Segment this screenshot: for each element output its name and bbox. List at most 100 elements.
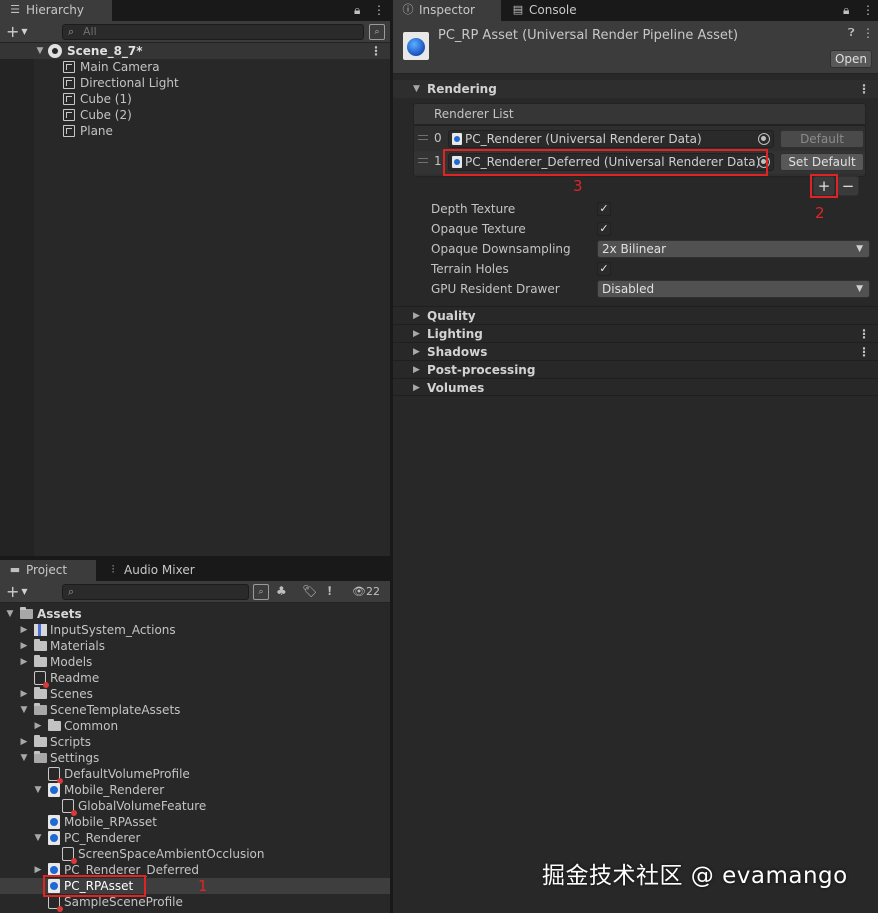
open-button[interactable]: Open [830, 50, 872, 68]
section-quality[interactable]: ▶ Quality [393, 306, 878, 324]
tab-inspector[interactable]: ⓘ Inspector [393, 0, 501, 21]
expand-arrow-icon[interactable]: ▼ [18, 750, 30, 766]
unity-scene-icon [48, 44, 62, 58]
expand-arrow-icon[interactable]: ▼ [34, 43, 46, 59]
tree-item-pc-renderer[interactable]: ▼ PC_Renderer [0, 830, 390, 846]
tree-item-defaultvolumeprofile[interactable]: DefaultVolumeProfile [0, 766, 390, 784]
section-post-processing[interactable]: ▶ Post-processing [393, 360, 878, 378]
tree-item-scenes[interactable]: ▶ Scenes [0, 686, 390, 702]
renderer-data-icon [452, 133, 462, 145]
folder-icon [34, 687, 47, 699]
renderer-list-item: 0 PC_Renderer (Universal Renderer Data) … [414, 128, 865, 151]
asset-title: PC_RP Asset (Universal Render Pipeline A… [438, 28, 739, 43]
tree-item-assets[interactable]: ▼ Assets [0, 606, 390, 622]
annotation-box-2 [810, 174, 838, 198]
expand-arrow-icon[interactable]: ▼ [4, 606, 16, 622]
gameobject-icon [63, 125, 75, 137]
tree-item-readme[interactable]: Readme [0, 670, 390, 688]
hierarchy-item[interactable]: Directional Light [0, 75, 390, 91]
set-default-button[interactable]: Set Default [780, 153, 864, 171]
hierarchy-item[interactable]: Cube (2) [0, 107, 390, 123]
folder-icon [34, 655, 47, 667]
settings-icon[interactable]: ⋮ [862, 25, 874, 41]
log-filter-icon[interactable]: ❗︎ [328, 581, 331, 602]
section-volumes[interactable]: ▶ Volumes [393, 378, 878, 396]
tree-item-inputsystem-actions[interactable]: ▶ InputSystem_Actions [0, 622, 390, 638]
search-icon: ⌕ [68, 585, 75, 598]
render-asset-icon [48, 815, 60, 829]
tree-item-mobile-rpasset[interactable]: Mobile_RPAsset [0, 814, 390, 830]
tree-item-models[interactable]: ▶ Models [0, 654, 390, 670]
tree-item-settings[interactable]: ▼ Settings [0, 750, 390, 766]
section-rendering[interactable]: ▼ Rendering ⋮ [393, 80, 878, 98]
annotation-box-3 [443, 149, 768, 176]
scene-kebab-icon[interactable]: ⋮ [370, 43, 382, 59]
hierarchy-search-input[interactable]: ⌕ All [62, 24, 364, 40]
section-shadows[interactable]: ▶ Shadows ⋮ [393, 342, 878, 360]
tree-item-common[interactable]: ▶ Common [0, 718, 390, 734]
collapse-arrow-icon[interactable]: ▶ [18, 638, 30, 654]
section-kebab-icon[interactable]: ⋮ [858, 80, 870, 98]
opaque-texture-checkbox[interactable]: ✓ [597, 222, 611, 236]
collapse-arrow-icon[interactable]: ▶ [18, 622, 30, 638]
remove-renderer-button[interactable]: − [837, 176, 859, 196]
create-dropdown-button[interactable]: + ▼ [6, 22, 28, 42]
search-icon: ⌕ [68, 25, 75, 38]
collapse-arrow-icon[interactable]: ▶ [32, 718, 44, 734]
hidden-packages-icon[interactable]: 👁︎22 [352, 581, 380, 602]
kebab-menu-icon[interactable]: ⋮ [373, 0, 385, 21]
kebab-menu-icon[interactable]: ⋮ [862, 0, 874, 21]
create-dropdown-button[interactable]: + ▼ [6, 582, 28, 602]
folder-icon [34, 639, 47, 651]
hierarchy-item[interactable]: Cube (1) [0, 91, 390, 107]
renderer-object-field[interactable]: PC_Renderer (Universal Renderer Data) [448, 130, 774, 148]
hierarchy-panel: ☰ Hierarchy 🔒︎ ⋮ + ▼ ⌕ All ⌕ ▼ Scene_8_7*… [0, 0, 390, 556]
drag-handle-icon[interactable] [418, 135, 428, 140]
tree-item-materials[interactable]: ▶ Materials [0, 638, 390, 654]
hierarchy-item[interactable]: Plane [0, 123, 390, 139]
section-kebab-icon[interactable]: ⋮ [858, 343, 870, 361]
render-asset-icon [48, 783, 60, 797]
tree-item-scripts[interactable]: ▶ Scripts [0, 734, 390, 750]
tab-audio-mixer[interactable]: ⫶ Audio Mixer [98, 560, 208, 581]
annotation-label-3: 3 [573, 177, 583, 195]
collapse-arrow-icon[interactable]: ▶ [18, 734, 30, 750]
filter-by-type-icon[interactable]: ♣ [276, 581, 287, 602]
prop-opaque-downsampling: Opaque Downsampling 2x Bilinear ▼ [393, 239, 878, 259]
terrain-holes-checkbox[interactable]: ✓ [597, 262, 611, 276]
scene-row[interactable]: ▼ Scene_8_7* ⋮ [0, 43, 390, 59]
filter-by-label-icon[interactable]: 🏷︎ [302, 581, 317, 602]
tree-item-screenspaceambientocclusion[interactable]: ScreenSpaceAmbientOcclusion [0, 846, 390, 864]
depth-texture-checkbox[interactable]: ✓ [597, 202, 611, 216]
prop-opaque-texture: Opaque Texture ✓ [393, 219, 878, 239]
expand-arrow-icon[interactable]: ▼ [32, 830, 44, 846]
lock-icon[interactable]: 🔒︎ [354, 0, 360, 21]
expand-arrow-icon[interactable]: ▼ [32, 782, 44, 798]
collapse-arrow-icon[interactable]: ▶ [18, 654, 30, 670]
tree-item-mobile-renderer[interactable]: ▼ Mobile_Renderer [0, 782, 390, 798]
object-picker-icon[interactable] [758, 133, 770, 145]
expand-arrow-icon[interactable]: ▼ [18, 702, 30, 718]
tree-item-scenetemplateassets[interactable]: ▼ SceneTemplateAssets [0, 702, 390, 718]
tab-console[interactable]: ▤ Console [503, 0, 603, 21]
opaque-downsampling-dropdown[interactable]: 2x Bilinear ▼ [597, 240, 870, 258]
tab-hierarchy[interactable]: ☰ Hierarchy [0, 0, 112, 21]
tab-project[interactable]: ▬ Project [0, 560, 96, 581]
search-by-type-icon[interactable]: ⌕ [253, 584, 269, 600]
search-mode-icon[interactable]: ⌕ [369, 24, 385, 40]
config-asset-icon [62, 847, 77, 864]
project-search-input[interactable]: ⌕ [62, 584, 249, 600]
collapse-arrow-icon: ▶ [413, 311, 420, 321]
section-kebab-icon[interactable]: ⋮ [858, 325, 870, 343]
lock-icon[interactable]: 🔒︎ [843, 0, 849, 21]
collapse-arrow-icon: ▶ [413, 329, 420, 339]
hierarchy-item[interactable]: Main Camera [0, 59, 390, 75]
tree-item-globalvolumefeature[interactable]: GlobalVolumeFeature [0, 798, 390, 816]
collapse-arrow-icon[interactable]: ▶ [18, 686, 30, 702]
gpu-resident-drawer-dropdown[interactable]: Disabled ▼ [597, 280, 870, 298]
help-icon[interactable]: ❓︎ [848, 25, 855, 41]
section-lighting[interactable]: ▶ Lighting ⋮ [393, 324, 878, 342]
drag-handle-icon[interactable] [418, 158, 428, 163]
annotation-label-2: 2 [815, 204, 825, 222]
default-button[interactable]: Default [780, 130, 864, 148]
